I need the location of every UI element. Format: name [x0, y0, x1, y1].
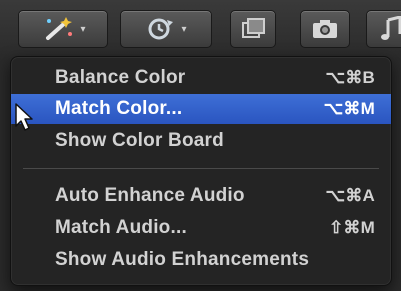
menu-item-shortcut: ⌥⌘B — [325, 68, 375, 87]
mouse-pointer-icon — [14, 102, 36, 137]
menu-item-label: Balance Color — [55, 67, 186, 88]
transform-icon — [240, 17, 266, 41]
snapshot-button[interactable] — [300, 10, 350, 48]
menu-item-show-color-board[interactable]: Show Color Board — [11, 126, 391, 156]
chevron-down-icon: ▾ — [181, 23, 187, 35]
retime-menu-button[interactable]: ▾ — [120, 10, 212, 48]
menu-item-label: Show Audio Enhancements — [55, 249, 310, 270]
retime-icon — [145, 16, 175, 42]
menu-item-show-audio-enhancements[interactable]: Show Audio Enhancements — [11, 245, 391, 275]
menu-item-shortcut: ⌥⌘M — [323, 99, 375, 118]
enhance-menu-button[interactable]: ▾ — [18, 10, 108, 48]
menu-item-match-audio[interactable]: Match Audio... ⇧⌘M — [11, 213, 391, 243]
menu-separator — [23, 168, 379, 169]
app-window: ▾ ▾ Balance Color ⌥⌘B Match Color... ⌥⌘M… — [0, 0, 401, 291]
transform-button[interactable] — [230, 10, 276, 48]
menu-item-auto-enhance-audio[interactable]: Auto Enhance Audio ⌥⌘A — [11, 181, 391, 211]
chevron-down-icon: ▾ — [80, 23, 86, 35]
camera-icon — [311, 18, 339, 40]
menu-item-match-color[interactable]: Match Color... ⌥⌘M — [11, 94, 391, 124]
menu-item-label: Match Color... — [55, 98, 183, 119]
audio-button[interactable] — [366, 10, 401, 48]
menu-item-balance-color[interactable]: Balance Color ⌥⌘B — [11, 63, 391, 93]
magic-wand-icon — [40, 16, 74, 42]
enhancements-dropdown-menu: Balance Color ⌥⌘B Match Color... ⌥⌘M Sho… — [10, 56, 392, 286]
menu-item-label: Match Audio... — [55, 217, 187, 238]
music-note-icon — [380, 16, 401, 42]
menu-item-shortcut: ⇧⌘M — [328, 218, 375, 237]
menu-item-label: Auto Enhance Audio — [55, 185, 245, 206]
toolbar: ▾ ▾ — [0, 0, 401, 60]
menu-item-label: Show Color Board — [55, 130, 224, 151]
menu-item-shortcut: ⌥⌘A — [325, 186, 375, 205]
